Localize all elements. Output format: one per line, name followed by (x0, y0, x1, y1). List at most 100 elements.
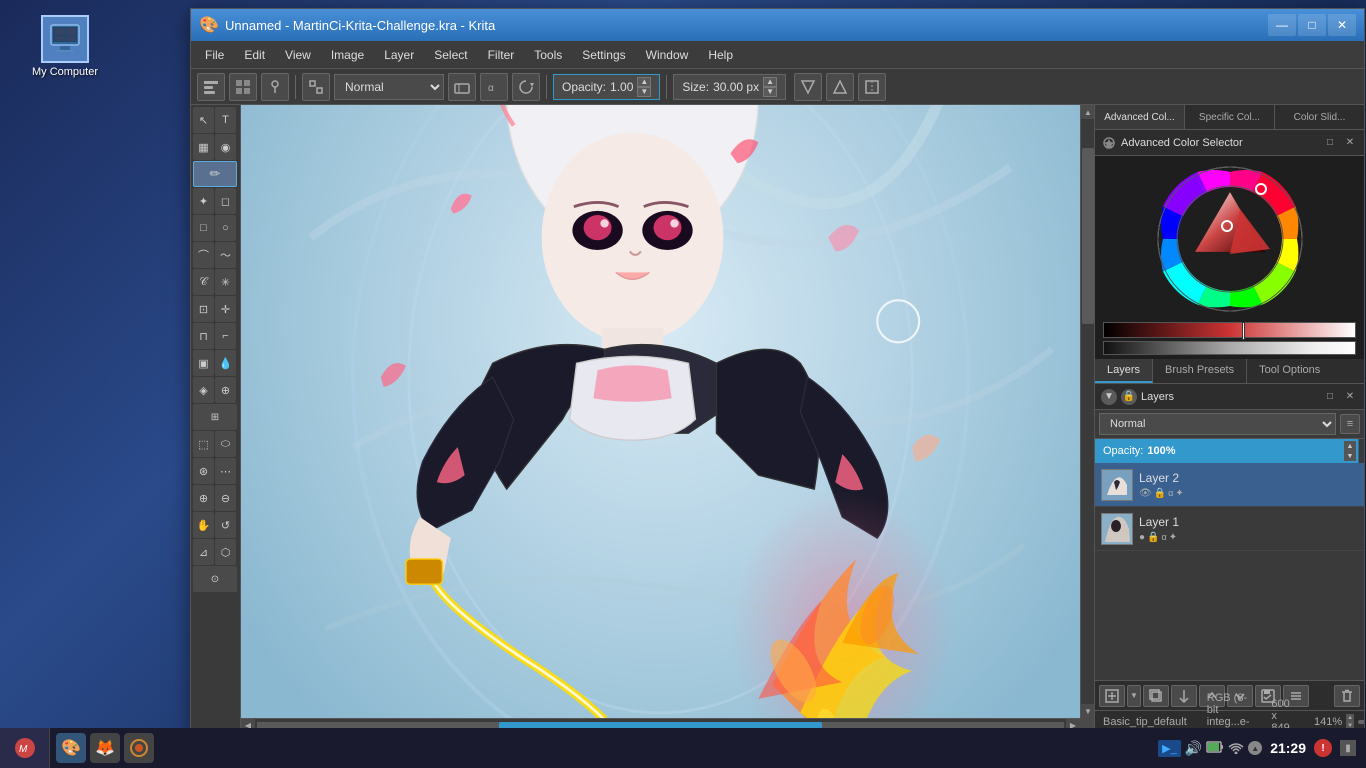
tab-color-slider[interactable]: Color Slid... (1275, 105, 1364, 129)
opacity-scroll-up[interactable]: ▲ (1344, 441, 1356, 451)
tool-transform[interactable]: ⊡ (193, 296, 214, 322)
zoom-slider[interactable] (1358, 720, 1364, 724)
mirror-h-btn[interactable] (794, 73, 822, 101)
notification-badge[interactable]: ! (1314, 739, 1332, 757)
tab-tool-options[interactable]: Tool Options (1247, 359, 1332, 383)
menu-layer[interactable]: Layer (374, 45, 424, 65)
layer-2-alpha[interactable]: α (1168, 488, 1173, 499)
menu-settings[interactable]: Settings (572, 45, 635, 65)
tab-layers[interactable]: Layers (1095, 359, 1153, 383)
copy-layer-btn[interactable] (1143, 685, 1169, 707)
tool-sel-cont[interactable]: ⊛ (193, 458, 214, 484)
tool-measure[interactable]: ⌐ (215, 323, 236, 349)
taskbar-terminal-icon[interactable]: ▶_ (1158, 740, 1181, 757)
blend-mode-select[interactable]: Normal (334, 74, 444, 100)
color-wheel[interactable] (1155, 164, 1305, 314)
tab-specific-color[interactable]: Specific Col... (1185, 105, 1275, 129)
tool-rotate[interactable]: ↺ (215, 512, 236, 538)
tool-freehand-path[interactable]: 〜 (215, 242, 236, 268)
opacity-scroll-down[interactable]: ▼ (1344, 451, 1356, 461)
layers-opacity-bar[interactable]: Opacity: 100% ▲ ▼ (1095, 439, 1364, 463)
opacity-stepper[interactable]: ▲ ▼ (637, 77, 651, 97)
minimize-button[interactable]: — (1268, 14, 1296, 36)
layer-item-1[interactable]: Layer 1 ● 🔒 α ✦ (1095, 507, 1364, 551)
brush-preset-btn[interactable] (197, 73, 225, 101)
tool-select[interactable]: ↖ (193, 107, 214, 133)
tool-zoom-out[interactable]: ⊖ (215, 485, 236, 511)
reset-btn[interactable] (512, 73, 540, 101)
menu-tools[interactable]: Tools (524, 45, 572, 65)
taskbar-show-desktop[interactable]: ▮ (1340, 740, 1356, 756)
maximize-button[interactable]: □ (1298, 14, 1326, 36)
tool-pixel[interactable]: ◻ (215, 188, 236, 214)
tool-zoom-in[interactable]: ⊕ (193, 485, 214, 511)
tool-gradient[interactable]: ▦ (193, 134, 214, 160)
layers-close[interactable]: ✕ (1342, 389, 1358, 405)
tool-rect-shape[interactable]: □ (193, 215, 214, 241)
layers-expand[interactable]: □ (1322, 389, 1338, 405)
taskbar-wifi-icon[interactable] (1228, 740, 1244, 757)
menu-image[interactable]: Image (321, 45, 374, 65)
layer-2-visibility[interactable]: 👁 (1139, 488, 1152, 499)
menu-select[interactable]: Select (424, 45, 477, 65)
tool-sampler[interactable]: ⊕ (215, 377, 236, 403)
color-selector-expand[interactable]: □ (1322, 135, 1338, 151)
vertical-scrollbar[interactable]: ▲ ▼ (1080, 105, 1094, 718)
zoom-up[interactable]: ▲ (1346, 714, 1354, 722)
tool-colorsmudge[interactable]: ◉ (215, 134, 236, 160)
taskbar-start-button[interactable]: M (0, 728, 50, 768)
color-selector-close[interactable]: ✕ (1342, 135, 1358, 151)
preserve-alpha-btn[interactable]: α (480, 73, 508, 101)
taskbar-volume-icon[interactable]: 🔊 (1185, 740, 1202, 757)
menu-edit[interactable]: Edit (234, 45, 275, 65)
size-value[interactable]: 30.00 px (713, 80, 759, 94)
layer-2-inherit[interactable]: ✦ (1175, 488, 1183, 499)
tab-advanced-color[interactable]: Advanced Col... (1095, 105, 1185, 129)
close-button[interactable]: ✕ (1328, 14, 1356, 36)
tool-enclose[interactable]: ⬡ (215, 539, 236, 565)
layer-1-lock[interactable]: 🔒 (1147, 532, 1159, 543)
tool-ellipse-shape[interactable]: ○ (215, 215, 236, 241)
taskbar-krita[interactable]: 🎨 (56, 733, 86, 763)
new-layer-dropdown[interactable]: ▼ (1127, 685, 1141, 707)
tool-wrap[interactable]: ⊙ (193, 566, 237, 592)
desktop-icon-my-computer[interactable]: My Computer (25, 15, 105, 78)
menu-filter[interactable]: Filter (478, 45, 525, 65)
tool-dynamic[interactable]: ✦ (193, 188, 214, 214)
size-down[interactable]: ▼ (763, 87, 777, 97)
tool-assistant[interactable]: ◈ (193, 377, 214, 403)
layer-2-lock[interactable]: 🔒 (1154, 488, 1166, 499)
opacity-value[interactable]: 1.00 (610, 80, 633, 94)
opacity-down[interactable]: ▼ (637, 87, 651, 97)
layers-blend-mode[interactable]: Normal (1099, 413, 1336, 435)
tool-move[interactable]: ✛ (215, 296, 236, 322)
snap-btn[interactable] (302, 73, 330, 101)
wrap-btn[interactable] (858, 73, 886, 101)
tool-pan[interactable]: ✋ (193, 512, 214, 538)
taskbar-firefox[interactable]: 🦊 (90, 733, 120, 763)
opacity-up[interactable]: ▲ (637, 77, 651, 87)
size-stepper[interactable]: ▲ ▼ (763, 77, 777, 97)
tool-smart-patch[interactable]: ⊿ (193, 539, 214, 565)
merge-down-btn[interactable] (1171, 685, 1197, 707)
layer-item-2[interactable]: Layer 2 👁 🔒 α ✦ (1095, 463, 1364, 507)
tool-sel-rect[interactable]: ⬚ (193, 431, 214, 457)
menu-view[interactable]: View (275, 45, 321, 65)
tool-fill[interactable]: ▣ (193, 350, 214, 376)
tool-poly[interactable]: ⌒ (193, 242, 214, 268)
tool-text[interactable]: T (215, 107, 236, 133)
mirror-v-btn[interactable] (826, 73, 854, 101)
layer-1-inherit[interactable]: ✦ (1169, 532, 1177, 543)
layers-options[interactable]: ≡ (1340, 414, 1360, 434)
eraser-btn[interactable] (448, 73, 476, 101)
new-layer-btn[interactable] (1099, 685, 1125, 707)
delete-layer-btn[interactable] (1334, 685, 1360, 707)
taskbar-up-indicator[interactable]: ▲ (1248, 741, 1262, 755)
pattern-btn[interactable] (229, 73, 257, 101)
taskbar-battery-icon[interactable] (1206, 740, 1224, 757)
size-up[interactable]: ▲ (763, 77, 777, 87)
tool-sel-free[interactable]: ⋯ (215, 458, 236, 484)
tool-crop[interactable]: ⊓ (193, 323, 214, 349)
tool-eyedrop[interactable]: 💧 (215, 350, 236, 376)
tool-sel-ell[interactable]: ⬭ (215, 431, 236, 457)
